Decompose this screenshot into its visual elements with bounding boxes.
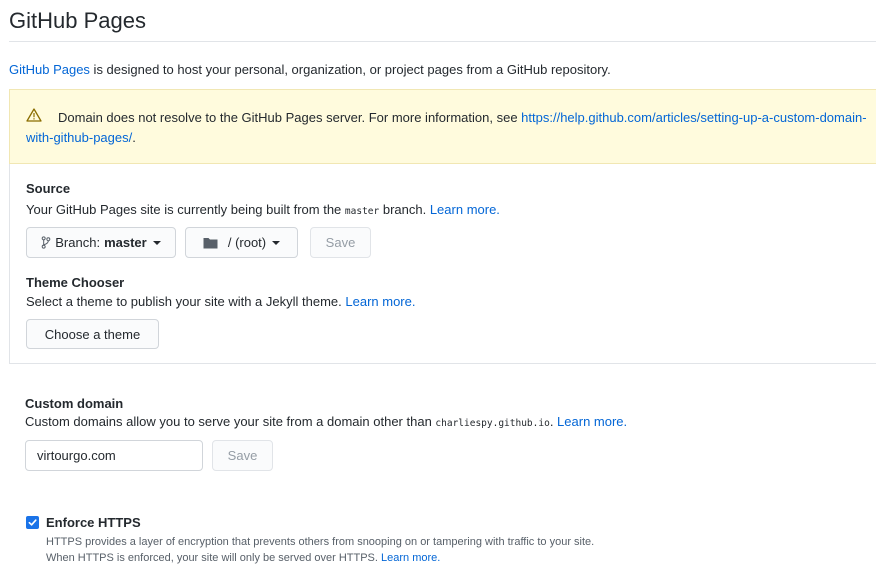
theme-desc-body: Select a theme to publish your site with…	[26, 294, 346, 309]
domain-code: charliespy.github.io	[435, 418, 550, 429]
https-description-line1: HTTPS provides a layer of encryption tha…	[46, 536, 595, 548]
https-desc-body: When HTTPS is enforced, your site will o…	[46, 552, 382, 564]
folder-select-button[interactable]: / (root)	[185, 227, 298, 258]
git-branch-icon	[41, 236, 51, 249]
domain-warning-flash: Domain does not resolve to the GitHub Pa…	[9, 89, 876, 164]
enforce-https-label: Enforce HTTPS	[46, 515, 141, 530]
title-divider	[9, 41, 876, 42]
custom-domain-save-button[interactable]: Save	[212, 440, 273, 471]
branch-prefix: Branch:	[55, 235, 101, 250]
branch-code: master	[344, 206, 380, 217]
intro-body: is designed to host your personal, organ…	[89, 62, 611, 77]
branch-select-button[interactable]: Branch: master	[26, 227, 176, 258]
custom-domain-desc-pre: Custom domains allow you to serve your s…	[25, 414, 436, 429]
branch-value: master	[104, 235, 147, 250]
custom-domain-description: Custom domains allow you to serve your s…	[25, 414, 627, 429]
warning-message: Domain does not resolve to the GitHub Pa…	[26, 108, 871, 148]
theme-learn-more-link[interactable]: Learn more.	[345, 294, 415, 309]
source-save-button[interactable]: Save	[310, 227, 371, 258]
checkmark-icon	[28, 519, 37, 526]
folder-icon	[203, 237, 218, 248]
page-title: GitHub Pages	[9, 8, 146, 33]
custom-domain-desc-post: .	[549, 414, 558, 429]
https-description-line2: When HTTPS is enforced, your site will o…	[46, 550, 440, 566]
source-desc-pre: Your GitHub Pages site is currently bein…	[26, 202, 345, 217]
github-pages-link[interactable]: GitHub Pages	[9, 62, 90, 77]
warning-end: .	[132, 130, 136, 145]
enforce-https-checkbox[interactable]	[26, 516, 39, 529]
folder-value: / (root)	[227, 235, 267, 250]
custom-domain-label: Custom domain	[25, 396, 124, 411]
source-description: Your GitHub Pages site is currently bein…	[26, 202, 500, 217]
source-theme-section: Source Your GitHub Pages site is current…	[9, 164, 876, 364]
choose-theme-button[interactable]: Choose a theme	[26, 319, 159, 349]
source-label: Source	[26, 181, 71, 196]
custom-domain-input[interactable]: virtourgo.com	[25, 440, 203, 471]
chevron-down-icon	[152, 240, 161, 245]
custom-domain-learn-more-link[interactable]: Learn more.	[557, 414, 627, 429]
source-learn-more-link[interactable]: Learn more.	[430, 202, 500, 217]
source-desc-post: branch.	[379, 202, 430, 217]
theme-description: Select a theme to publish your site with…	[26, 294, 415, 309]
intro-text: GitHub Pages is designed to host your pe…	[9, 62, 611, 77]
warning-body: Domain does not resolve to the GitHub Pa…	[58, 110, 522, 125]
chevron-down-icon	[272, 240, 281, 245]
theme-chooser-label: Theme Chooser	[26, 275, 125, 290]
https-learn-more-link[interactable]: Learn more.	[381, 552, 440, 564]
